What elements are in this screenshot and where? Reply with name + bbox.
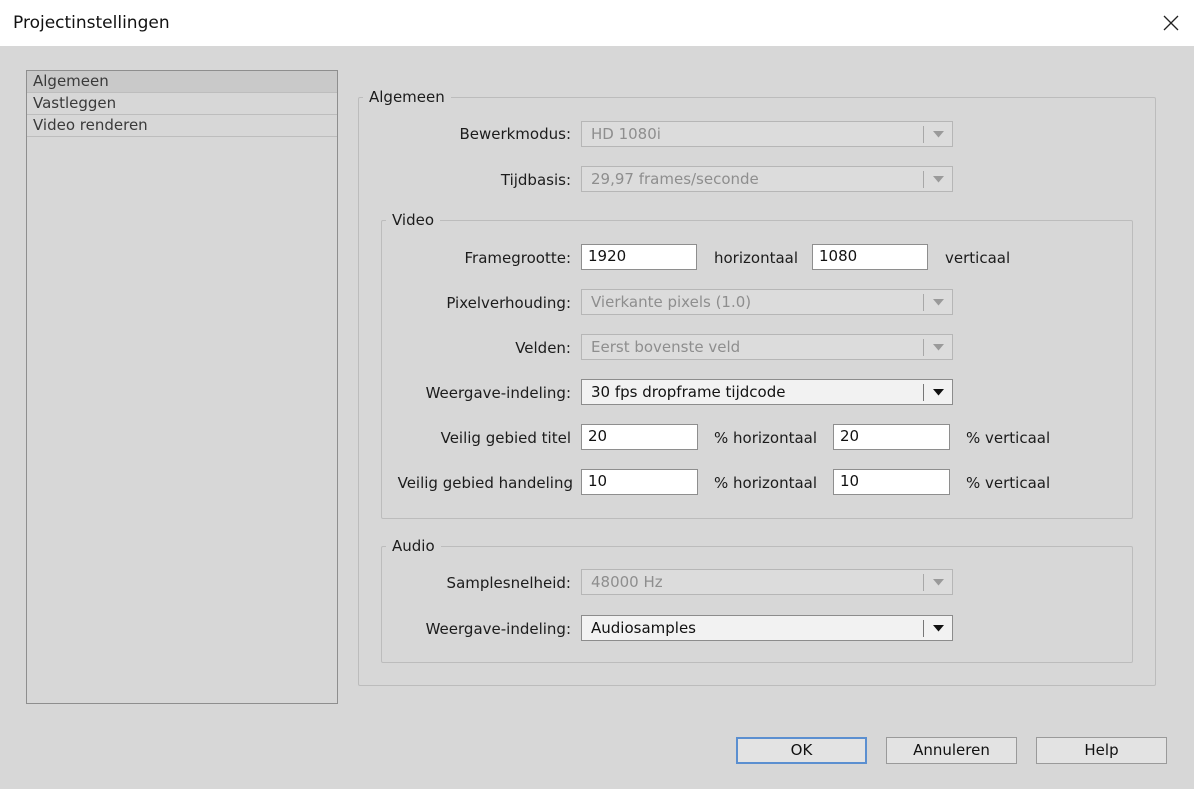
help-button[interactable]: Help (1036, 737, 1167, 764)
frame-size-label: Framegrootte: (464, 249, 572, 267)
action-safe-vertical-unit: % verticaal (966, 474, 1051, 492)
chevron-down-icon (933, 131, 944, 138)
chevron-down-icon (933, 344, 944, 351)
fields-label: Velden: (515, 339, 571, 357)
video-display-format-label: Weergave-indeling: (425, 384, 571, 402)
category-list: Algemeen Vastleggen Video renderen (26, 70, 338, 704)
video-display-format-select[interactable]: 30 fps dropframe tijdcode (581, 379, 953, 405)
chevron-down-icon (933, 625, 944, 632)
frame-height-unit: verticaal (945, 249, 1011, 267)
chevron-down-icon (933, 389, 944, 396)
audio-display-format-value: Audiosamples (591, 619, 696, 637)
action-safe-vertical-input[interactable]: 10 (833, 469, 950, 495)
sidebar-item-vastleggen[interactable]: Vastleggen (27, 93, 337, 115)
ok-button[interactable]: OK (736, 737, 867, 764)
fields-value: Eerst bovenste veld (591, 338, 741, 356)
chevron-down-icon (933, 176, 944, 183)
audio-display-format-select[interactable]: Audiosamples (581, 615, 953, 641)
general-legend: Algemeen (369, 88, 445, 106)
dialog-body: Algemeen Vastleggen Video renderen Algem… (0, 46, 1194, 789)
title-bar: Projectinstellingen (0, 0, 1194, 46)
title-safe-horizontal-unit: % horizontaal (714, 429, 818, 447)
frame-width-unit: horizontaal (714, 249, 799, 267)
pixel-aspect-select[interactable]: Vierkante pixels (1.0) (581, 289, 953, 315)
chevron-down-icon (933, 579, 944, 586)
action-safe-label: Veilig gebied handeling (397, 474, 573, 492)
sample-rate-value: 48000 Hz (591, 573, 663, 591)
sample-rate-label: Samplesnelheid: (446, 574, 571, 592)
fields-select[interactable]: Eerst bovenste veld (581, 334, 953, 360)
audio-group: Audio (381, 537, 1133, 663)
close-icon (1163, 15, 1179, 31)
close-button[interactable] (1148, 0, 1194, 46)
sample-rate-select[interactable]: 48000 Hz (581, 569, 953, 595)
cancel-button[interactable]: Annuleren (886, 737, 1017, 764)
pixel-aspect-label: Pixelverhouding: (446, 294, 571, 312)
pixel-aspect-value: Vierkante pixels (1.0) (591, 293, 752, 311)
video-display-format-value: 30 fps dropframe tijdcode (591, 383, 786, 401)
title-safe-horizontal-input[interactable]: 20 (581, 424, 698, 450)
sidebar-item-video-renderen[interactable]: Video renderen (27, 115, 337, 137)
timebase-select[interactable]: 29,97 frames/seconde (581, 166, 953, 192)
audio-legend: Audio (392, 537, 435, 555)
edit-mode-label: Bewerkmodus: (459, 125, 571, 143)
audio-display-format-label: Weergave-indeling: (425, 620, 571, 638)
title-safe-vertical-input[interactable]: 20 (833, 424, 950, 450)
frame-height-input[interactable]: 1080 (812, 244, 928, 270)
edit-mode-value: HD 1080i (591, 125, 661, 143)
title-safe-label: Veilig gebied titel (440, 429, 571, 447)
action-safe-horizontal-unit: % horizontaal (714, 474, 818, 492)
window-title: Projectinstellingen (13, 13, 170, 33)
sidebar-item-algemeen[interactable]: Algemeen (27, 71, 337, 93)
edit-mode-select[interactable]: HD 1080i (581, 121, 953, 147)
frame-width-input[interactable]: 1920 (581, 244, 697, 270)
action-safe-horizontal-input[interactable]: 10 (581, 469, 698, 495)
video-legend: Video (392, 211, 435, 229)
timebase-value: 29,97 frames/seconde (591, 170, 759, 188)
title-safe-vertical-unit: % verticaal (966, 429, 1051, 447)
chevron-down-icon (933, 299, 944, 306)
timebase-label: Tijdbasis: (500, 171, 571, 189)
